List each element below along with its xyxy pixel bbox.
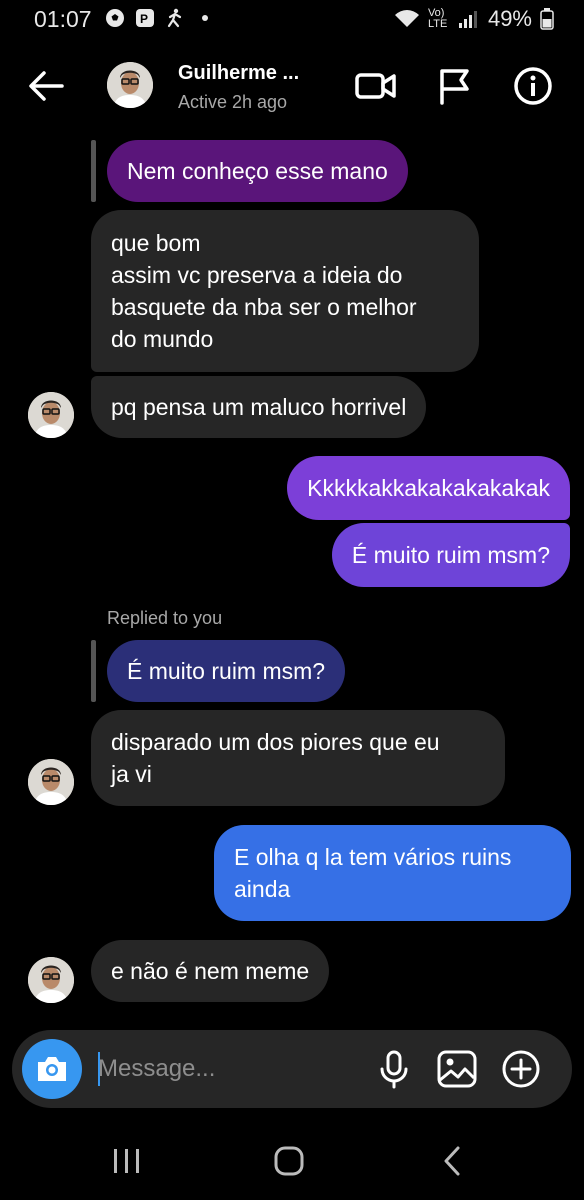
- avatar-image: [107, 62, 153, 108]
- incoming-message[interactable]: que bom assim vc preserva a ideia do bas…: [91, 210, 479, 372]
- running-person-icon: [167, 8, 182, 28]
- status-system-icons: Vo) LTE 49%: [394, 6, 554, 32]
- status-time: 01:07: [34, 6, 92, 32]
- outgoing-message[interactable]: E olha q la tem vários ruins ainda: [214, 825, 571, 921]
- incoming-message[interactable]: disparado um dos piores que eu ja vi: [91, 710, 505, 806]
- system-navigation-bar: [0, 1120, 584, 1200]
- sender-avatar[interactable]: [28, 957, 74, 1003]
- plus-circle-icon[interactable]: [500, 1048, 542, 1090]
- status-bar: 01:07 P Vo) LTE 49%: [0, 0, 584, 40]
- home-icon[interactable]: [272, 1144, 306, 1178]
- sender-avatar[interactable]: [28, 392, 74, 438]
- contact-avatar[interactable]: [107, 62, 153, 108]
- flag-icon[interactable]: [434, 66, 474, 106]
- status-notification-icons: P: [105, 8, 215, 28]
- dot-icon: [202, 15, 208, 21]
- reply-indicator-bar: [91, 640, 96, 702]
- quoted-message[interactable]: Nem conheço esse mano: [107, 140, 408, 202]
- svg-text:P: P: [140, 12, 148, 26]
- outgoing-message[interactable]: Kkkkkakkakakakakakak: [287, 456, 570, 520]
- chat-header: Guilherme ... Active 2h ago: [0, 48, 584, 126]
- reply-indicator-bar: [91, 140, 96, 202]
- signal-icon: [458, 11, 477, 28]
- message-input[interactable]: [98, 1046, 358, 1092]
- camera-icon: [38, 1057, 66, 1081]
- app-notification-icon: P: [136, 9, 154, 27]
- back-chevron-icon[interactable]: [438, 1144, 468, 1178]
- incoming-message[interactable]: pq pensa um maluco horrivel: [91, 376, 427, 438]
- info-icon[interactable]: [512, 65, 554, 107]
- recent-apps-icon[interactable]: [110, 1146, 144, 1176]
- sender-avatar[interactable]: [28, 759, 74, 805]
- battery-icon: [540, 8, 554, 30]
- incoming-message[interactable]: e não é nem meme: [91, 940, 330, 1002]
- video-camera-icon[interactable]: [354, 66, 398, 106]
- quoted-message[interactable]: É muito ruim msm?: [107, 640, 346, 702]
- message-composer: [12, 1030, 572, 1108]
- network-type: Vo) LTE: [427, 7, 448, 30]
- microphone-icon[interactable]: [374, 1049, 414, 1089]
- image-gallery-icon[interactable]: [436, 1049, 478, 1089]
- camera-button[interactable]: [22, 1039, 82, 1099]
- avatar-image: [28, 392, 74, 438]
- avatar-image: [28, 759, 74, 805]
- soccer-ball-icon: [106, 9, 124, 27]
- avatar-image: [28, 957, 74, 1003]
- contact-active-status: Active 2h ago: [178, 92, 288, 112]
- replied-to-you-label: Replied to you: [107, 608, 223, 628]
- battery-percent: 49%: [487, 6, 532, 31]
- contact-name[interactable]: Guilherme ...: [178, 62, 299, 85]
- wifi-icon: [394, 10, 419, 27]
- arrow-left-icon[interactable]: [26, 66, 66, 106]
- outgoing-message[interactable]: É muito ruim msm?: [331, 523, 570, 587]
